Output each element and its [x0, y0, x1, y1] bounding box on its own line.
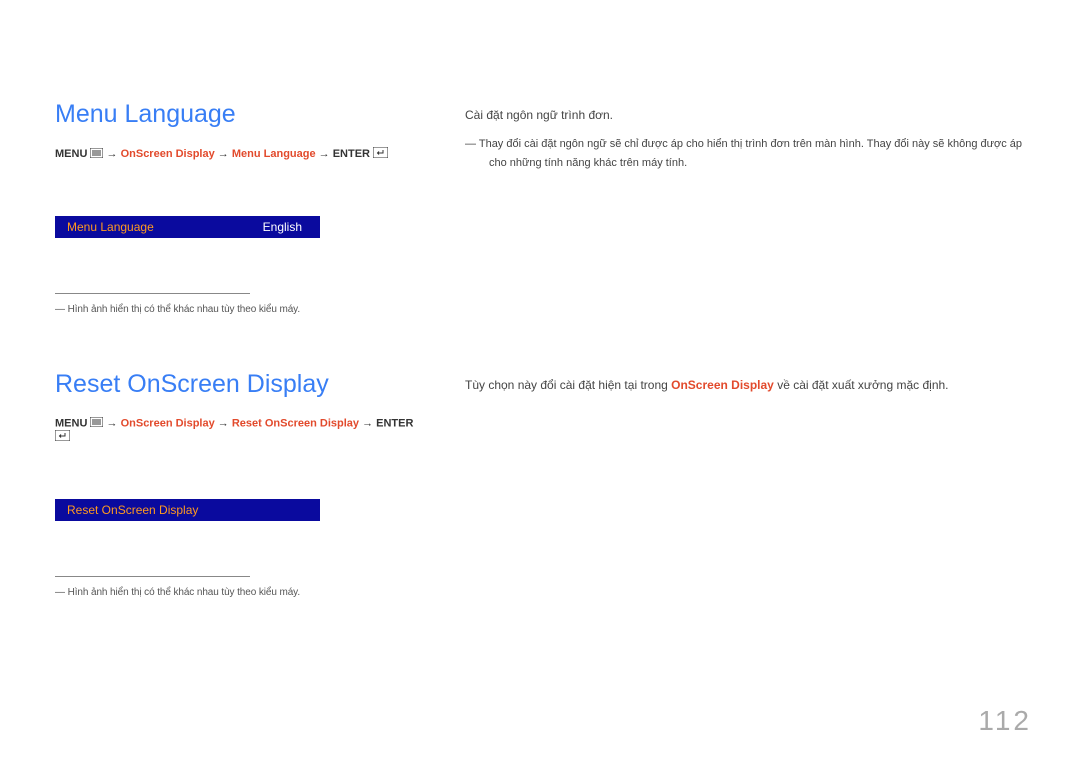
heading-reset-osd: Reset OnScreen Display: [55, 370, 415, 399]
breadcrumb-osd: OnScreen Display: [121, 417, 215, 429]
breadcrumb-arrow: →: [362, 417, 373, 429]
footnote-text: ― Hình ảnh hiển thị có thể khác nhau tùy…: [55, 587, 415, 598]
breadcrumb-item: Reset OnScreen Display: [232, 417, 359, 429]
right-column: Cài đặt ngôn ngữ trình đơn. ― Thay đổi c…: [465, 100, 1025, 315]
osd-label: Reset OnScreen Display: [67, 503, 302, 517]
section-menu-language: Menu Language MENU → OnScreen Display → …: [55, 100, 1025, 315]
breadcrumb-arrow: →: [107, 417, 118, 429]
description-text: Cài đặt ngôn ngữ trình đơn.: [465, 106, 1025, 125]
footnote-divider: [55, 293, 250, 294]
breadcrumb-menu-label: MENU: [55, 417, 87, 429]
right-column: Tùy chọn này đổi cài đặt hiện tại trong …: [465, 370, 1025, 598]
desc-post: về cài đặt xuất xưởng mặc định.: [774, 378, 949, 392]
menu-icon: [90, 417, 103, 430]
breadcrumb-item: Menu Language: [232, 148, 316, 160]
menu-icon: [90, 148, 103, 161]
breadcrumb-arrow: →: [218, 417, 229, 429]
breadcrumb-arrow: →: [319, 148, 330, 160]
enter-icon: [373, 147, 388, 161]
breadcrumb-enter: ENTER: [376, 417, 413, 429]
left-column: Reset OnScreen Display MENU → OnScreen D…: [55, 370, 415, 598]
footnote-divider: [55, 576, 250, 577]
enter-icon: [55, 430, 70, 444]
osd-menu-bar-language: Menu Language English: [55, 216, 320, 238]
footnote-text: ― Hình ảnh hiển thị có thể khác nhau tùy…: [55, 304, 415, 315]
breadcrumb-menu-label: MENU: [55, 148, 87, 160]
breadcrumb-osd: OnScreen Display: [121, 148, 215, 160]
breadcrumb-reset-osd: MENU → OnScreen Display → Reset OnScreen…: [55, 417, 415, 444]
breadcrumb-arrow: →: [107, 148, 118, 160]
section-reset-osd: Reset OnScreen Display MENU → OnScreen D…: [55, 370, 1025, 598]
breadcrumb-enter: ENTER: [333, 148, 370, 160]
osd-value: English: [263, 220, 308, 234]
page-number: 112: [978, 705, 1032, 737]
description-text: Tùy chọn này đổi cài đặt hiện tại trong …: [465, 376, 1025, 395]
desc-osd-inline: OnScreen Display: [671, 378, 774, 392]
document-page: Menu Language MENU → OnScreen Display → …: [0, 0, 1080, 598]
breadcrumb-arrow: →: [218, 148, 229, 160]
osd-label: Menu Language: [67, 220, 263, 234]
heading-menu-language: Menu Language: [55, 100, 415, 129]
left-column: Menu Language MENU → OnScreen Display → …: [55, 100, 415, 315]
breadcrumb-menu-language: MENU → OnScreen Display → Menu Language …: [55, 147, 415, 161]
osd-menu-bar-reset: Reset OnScreen Display: [55, 499, 320, 521]
desc-pre: Tùy chọn này đổi cài đặt hiện tại trong: [465, 378, 671, 392]
note-text: ― Thay đổi cài đặt ngôn ngữ sẽ chỉ được …: [465, 135, 1025, 172]
